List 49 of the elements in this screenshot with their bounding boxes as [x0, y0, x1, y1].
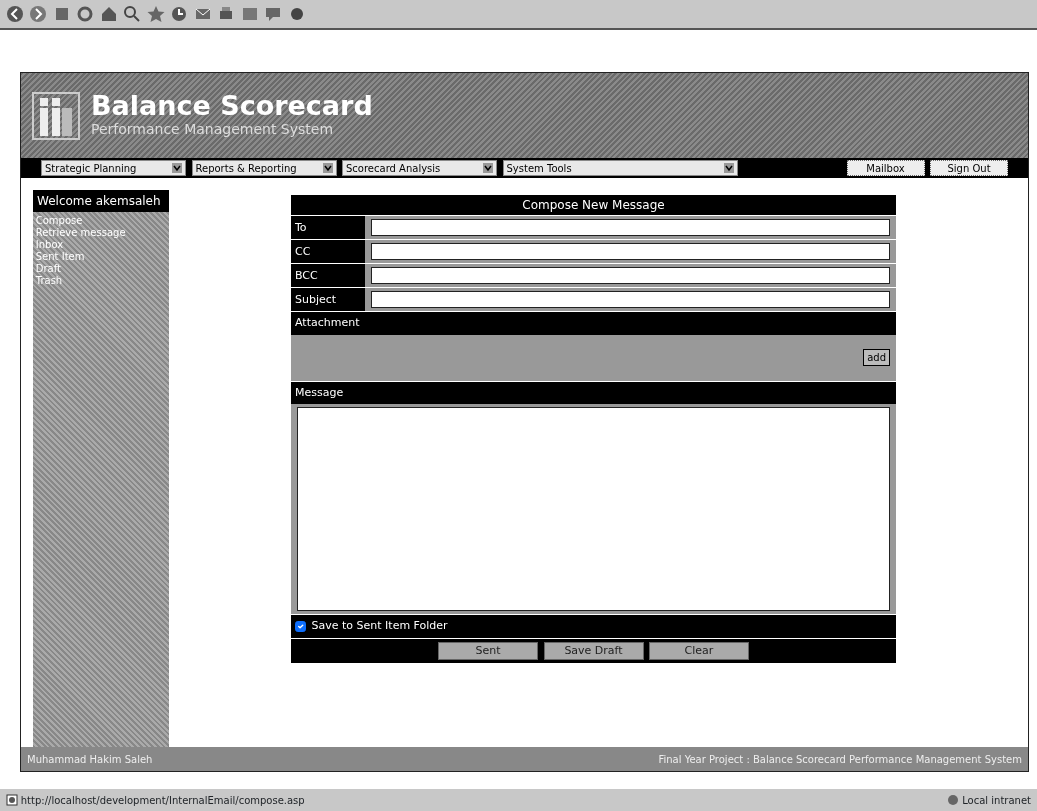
field-label: CC	[291, 240, 365, 263]
search-icon[interactable]	[123, 5, 141, 23]
globe-icon	[947, 794, 960, 806]
field-label: Subject	[291, 288, 365, 311]
history-icon[interactable]	[170, 5, 188, 23]
field-label: To	[291, 216, 365, 239]
site-subtitle: Performance Management System	[91, 119, 335, 139]
menu-dropdown[interactable]: System Tools	[502, 160, 738, 176]
checkbox[interactable]	[295, 620, 306, 632]
section-header: Attachment	[291, 311, 896, 335]
chat-icon[interactable]	[264, 5, 282, 23]
field-label: BCC	[291, 264, 365, 287]
form-button[interactable]: Sent	[438, 641, 538, 660]
status-url: http://localhost/development/InternalEmail/compose.asp	[20, 793, 305, 808]
input-field[interactable]	[371, 267, 890, 284]
sign-out-button[interactable]: Sign Out	[930, 160, 1008, 176]
menu-dropdown[interactable]: Scorecard Analysis	[342, 160, 497, 176]
sidebar-link[interactable]: Sent Item	[35, 250, 167, 263]
home-icon[interactable]	[99, 5, 118, 23]
back-icon[interactable]	[5, 5, 24, 23]
menu-dropdown[interactable]: Strategic Planning	[41, 160, 186, 176]
refresh-icon[interactable]	[76, 5, 94, 23]
form-button[interactable]: Save Draft	[543, 641, 644, 660]
dropdown-arrow-icon	[322, 163, 333, 173]
dropdown-arrow-icon	[172, 163, 182, 173]
sidebar-link[interactable]: Trash	[35, 274, 167, 287]
forward-icon[interactable]	[29, 5, 47, 23]
security-zone: Local intranet	[962, 793, 1031, 808]
form-title: Compose New Message	[291, 195, 896, 215]
footer-author: Muhammad Hakim Saleh	[27, 752, 153, 767]
message-field[interactable]	[297, 407, 890, 611]
dropdown-arrow-icon	[723, 163, 734, 173]
footer-project: Final Year Project : Balance Scorecard Performance Management System	[658, 752, 1022, 767]
input-field[interactable]	[371, 243, 890, 260]
checkbox-label: Save to Sent Item Folder	[311, 618, 448, 634]
menu-dropdown[interactable]: Reports & Reporting	[191, 160, 337, 176]
form-button[interactable]: Clear	[649, 641, 749, 660]
star-icon[interactable]	[146, 5, 165, 23]
input-field[interactable]	[371, 219, 890, 236]
dropdown-arrow-icon	[483, 163, 493, 173]
sidebar-link[interactable]: Retrieve message	[35, 226, 167, 239]
mailbox-button[interactable]: Mailbox	[846, 160, 925, 176]
add-button[interactable]: add	[863, 349, 890, 366]
page-icon	[6, 794, 18, 806]
section-header: Message	[291, 380, 896, 404]
input-field[interactable]	[371, 291, 890, 308]
site-title: Balance Scorecard	[91, 91, 373, 119]
logo-icon	[32, 91, 80, 140]
welcome-header: Welcome akemsaleh	[33, 190, 169, 212]
